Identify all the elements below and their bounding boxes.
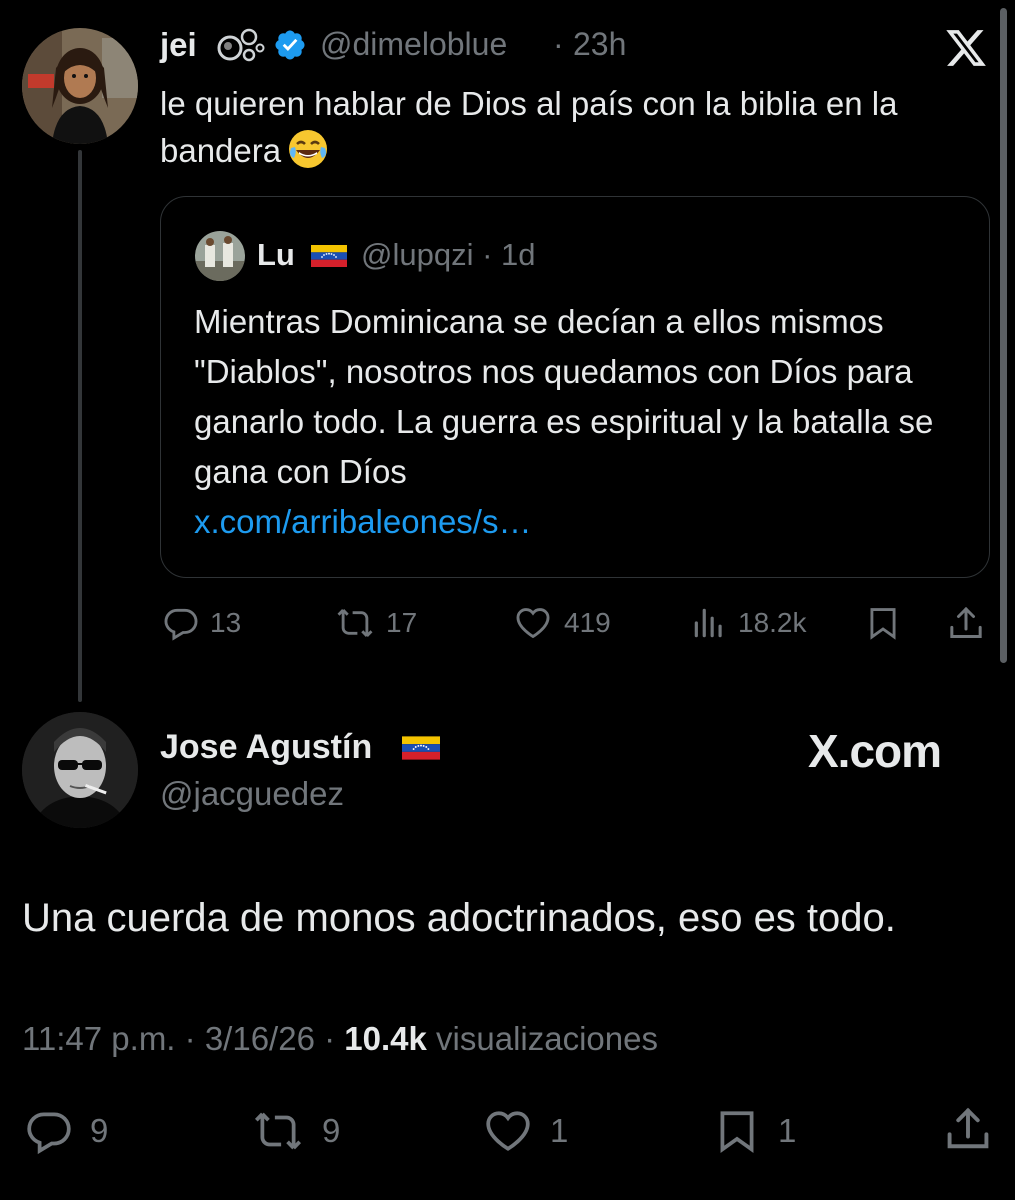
tweet1-separator: ·: [553, 26, 564, 62]
tweet1-author-name[interactable]: jei: [160, 26, 197, 64]
verified-badge-icon[interactable]: [273, 28, 307, 62]
jose-agustin-avatar[interactable]: [22, 712, 138, 828]
repost-icon: [254, 1112, 302, 1150]
views-chart-icon: [694, 608, 722, 638]
reply-date[interactable]: 3/16/26: [205, 1020, 315, 1057]
jei-avatar[interactable]: [22, 28, 138, 144]
tweet1-share-button[interactable]: [946, 604, 986, 644]
thread-connector-line: [78, 150, 82, 702]
x-logo-icon: [944, 26, 988, 70]
reply-reply-count: 9: [90, 1112, 109, 1149]
tweet1-author-handle[interactable]: @dimeloblue: [320, 26, 507, 63]
repost-icon: [337, 609, 373, 637]
reply-icon: [164, 608, 198, 641]
bookmark-icon: [720, 1111, 754, 1153]
reply-bookmark-button[interactable]: 1: [712, 1106, 796, 1156]
reply-repost-count: 9: [322, 1112, 341, 1149]
heart-icon: [486, 1111, 530, 1151]
quote-author-name[interactable]: Lu: [257, 237, 295, 273]
bookmark-icon: [870, 608, 896, 640]
bubbles-emoji-icon: [216, 24, 266, 64]
quoted-tweet-card[interactable]: Lu @lupqzi · 1d Mientras Dominicana se d…: [160, 196, 990, 578]
tweet1-text-content: le quieren hablar de Dios al país con la…: [160, 85, 898, 169]
quote-text-content: Mientras Dominicana se decían a ellos mi…: [194, 303, 934, 490]
lu-avatar[interactable]: [195, 231, 245, 281]
reply-repost-button[interactable]: 9: [250, 1106, 340, 1156]
heart-icon: [516, 608, 550, 639]
reply-views-count[interactable]: 10.4k: [344, 1020, 427, 1057]
reply-icon: [27, 1112, 71, 1155]
tweet1-views-button[interactable]: 18.2k: [690, 604, 807, 642]
tweet1-text: le quieren hablar de Dios al país con la…: [160, 80, 1000, 174]
share-icon: [947, 1107, 989, 1149]
tweet1-repost-button[interactable]: 17: [334, 604, 417, 642]
tweet1-reply-count: 13: [210, 607, 242, 638]
reply-metadata: 11:47 p.m. · 3/16/26 · 10.4k visualizaci…: [22, 1020, 658, 1058]
xcom-watermark: X.com: [808, 725, 942, 777]
reply-separator: ·: [324, 1020, 336, 1057]
tweet1-view-count: 18.2k: [738, 607, 807, 638]
quote-author-meta: @lupqzi · 1d: [361, 237, 536, 273]
reply-views-label: visualizaciones: [436, 1020, 658, 1057]
reply-text: Una cuerda de monos adoctrinados, eso es…: [22, 896, 896, 940]
tweet1-bookmark-button[interactable]: [864, 604, 902, 642]
reply-share-button[interactable]: [942, 1104, 994, 1156]
venezuela-flag-icon: [402, 736, 440, 760]
tweet1-timestamp[interactable]: 23h: [573, 26, 626, 63]
reply-author-handle[interactable]: @jacguedez: [160, 775, 344, 813]
reply-reply-button[interactable]: 9: [24, 1106, 108, 1156]
scrollbar[interactable]: [1000, 8, 1007, 663]
reply-like-count: 1: [550, 1112, 569, 1149]
tweet1-like-button[interactable]: 419: [512, 604, 611, 642]
quote-text: Mientras Dominicana se decían a ellos mi…: [194, 297, 974, 547]
reply-like-button[interactable]: 1: [482, 1106, 568, 1156]
tweet1-repost-count: 17: [386, 607, 418, 638]
reply-author-name[interactable]: Jose Agustín: [160, 728, 372, 767]
venezuela-flag-icon: [311, 245, 347, 267]
reply-bookmark-count: 1: [778, 1112, 797, 1149]
laughing-tears-emoji-icon: [287, 128, 329, 170]
share-icon: [950, 606, 982, 638]
tweet1-like-count: 419: [564, 607, 611, 638]
quote-author-handle[interactable]: @lupqzi: [361, 237, 473, 272]
tweet1-reply-button[interactable]: 13: [162, 604, 241, 642]
reply-separator: ·: [184, 1020, 196, 1057]
reply-time[interactable]: 11:47 p.m.: [22, 1020, 175, 1057]
quote-separator: ·: [482, 237, 493, 272]
quote-link[interactable]: x.com/arribaleones/s…: [194, 503, 531, 540]
quote-timestamp[interactable]: 1d: [501, 237, 535, 272]
